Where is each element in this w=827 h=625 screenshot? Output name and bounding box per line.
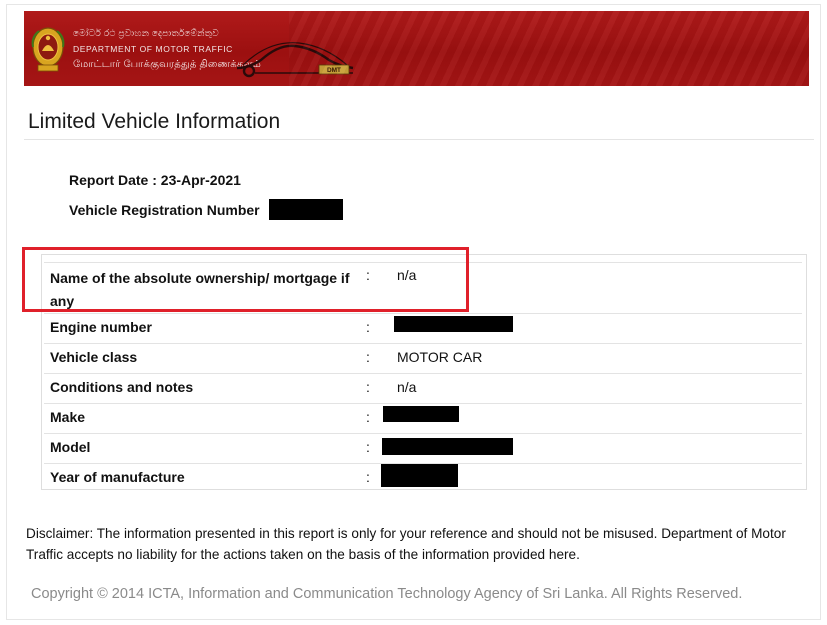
- dmt-logo-text: DMT: [327, 67, 341, 74]
- vehicle-class-value: MOTOR CAR: [397, 349, 483, 365]
- disclaimer-text: Disclaimer: The information presented in…: [26, 526, 786, 562]
- row-divider: [44, 343, 802, 344]
- redacted-make: [383, 406, 459, 422]
- conditions-notes-label: Conditions and notes: [50, 379, 194, 395]
- redacted-model: [382, 438, 513, 455]
- year-of-manufacture-label: Year of manufacture: [50, 469, 185, 485]
- department-name-sinhala: මෝටර් රථ ප්‍රවාහන දෙපාර්තමේන්තුව: [73, 28, 219, 38]
- conditions-notes-colon: :: [366, 379, 370, 395]
- ownership-highlight-box: [22, 247, 469, 312]
- model-label: Model: [50, 439, 91, 455]
- engine-number-colon: :: [366, 319, 370, 335]
- make-label: Make: [50, 409, 86, 425]
- redacted-engine-number: [394, 316, 513, 332]
- model-colon: :: [366, 439, 370, 455]
- vehicle-class-colon: :: [366, 349, 370, 365]
- registration-number-label: Vehicle Registration Number: [69, 202, 260, 218]
- copyright-footer: Copyright © 2014 ICTA, Information and C…: [31, 586, 743, 602]
- row-divider: [44, 313, 802, 314]
- dmt-car-logo-icon: DMT: [229, 38, 359, 80]
- header-banner: මෝටර් රථ ප්‍රවාහන දෙපාර්තමේන්තුව DEPARTM…: [24, 11, 809, 86]
- row-divider: [44, 433, 802, 434]
- make-colon: :: [366, 409, 370, 425]
- conditions-notes-value: n/a: [397, 379, 417, 395]
- year-of-manufacture-colon: :: [366, 469, 370, 485]
- department-name-english: DEPARTMENT OF MOTOR TRAFFIC: [73, 44, 233, 54]
- row-divider: [44, 373, 802, 374]
- vehicle-class-label: Vehicle class: [50, 349, 138, 365]
- page-title: Limited Vehicle Information: [28, 110, 281, 133]
- title-divider: [24, 139, 814, 140]
- sri-lanka-emblem-icon: [29, 23, 67, 75]
- report-date: Report Date : 23-Apr-2021: [69, 172, 241, 188]
- redacted-registration-number: [269, 199, 343, 220]
- row-divider: [44, 403, 802, 404]
- redacted-year-of-manufacture: [381, 464, 458, 487]
- engine-number-label: Engine number: [50, 319, 152, 335]
